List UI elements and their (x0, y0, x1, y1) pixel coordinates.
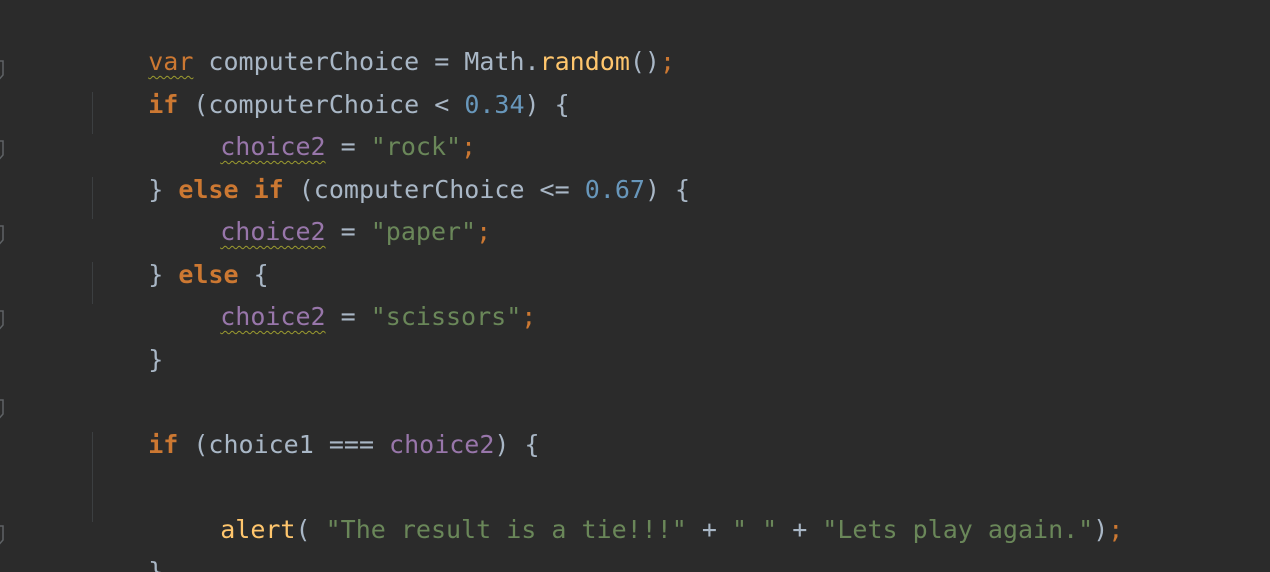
string-literal: "Lets play again." (822, 515, 1094, 544)
code-line[interactable]: choice2 = "scissors"; (160, 266, 536, 331)
code-text: ) (1093, 515, 1109, 544)
fold-marker-icon[interactable] (0, 225, 8, 247)
code-line[interactable]: choice2 = "paper"; (160, 181, 491, 246)
string-literal: " " (731, 515, 778, 544)
code-line[interactable]: } (88, 521, 163, 572)
code-text: } (148, 345, 164, 374)
code-line[interactable]: if (choice1 === choice2) { (88, 394, 539, 459)
code-text: + (777, 515, 823, 544)
code-text: + (686, 515, 732, 544)
semicolon: ; (476, 217, 492, 246)
fold-marker-icon[interactable] (0, 140, 8, 162)
variable: choice2 (220, 302, 326, 331)
code-text: ) { (644, 175, 691, 204)
fold-marker-icon[interactable] (0, 60, 8, 82)
keyword: if (148, 430, 179, 459)
code-line[interactable]: alert( "The result is a tie!!!" + " " + … (160, 479, 1123, 544)
string-literal: "paper" (370, 217, 477, 246)
fold-marker-icon[interactable] (0, 310, 8, 332)
code-line[interactable]: if (computerChoice < 0.34) { (88, 54, 569, 119)
function-name: alert (220, 515, 296, 544)
variable: choice2 (389, 430, 495, 459)
code-text: (choice1 === (178, 430, 390, 459)
code-text: = (325, 217, 371, 246)
code-line[interactable]: choice2 = "rock"; (160, 96, 476, 161)
code-text: = (325, 302, 371, 331)
semicolon: ; (659, 47, 676, 76)
code-line[interactable]: } else if (computerChoice <= 0.67) { (88, 139, 690, 204)
fold-marker-icon[interactable] (0, 525, 8, 547)
string-literal: "The result is a tie!!!" (325, 515, 687, 544)
fold-marker-icon[interactable] (0, 399, 8, 421)
code-editor[interactable]: var computerChoice = Math.random(); if (… (0, 0, 1270, 572)
code-text: ) { (494, 430, 540, 459)
semicolon: ; (1108, 515, 1124, 544)
code-line[interactable]: var computerChoice = Math.random(); (88, 11, 675, 76)
string-literal: "scissors" (370, 302, 522, 331)
editor-gutter (0, 0, 14, 572)
code-line[interactable]: } else { (88, 224, 268, 289)
semicolon: ; (521, 302, 537, 331)
code-line[interactable]: } (88, 309, 163, 374)
code-text: ) { (524, 90, 570, 119)
code-text: ( (295, 515, 326, 544)
code-text: () (629, 47, 660, 76)
number-literal: 0.67 (584, 175, 645, 204)
code-text: } (148, 557, 164, 572)
